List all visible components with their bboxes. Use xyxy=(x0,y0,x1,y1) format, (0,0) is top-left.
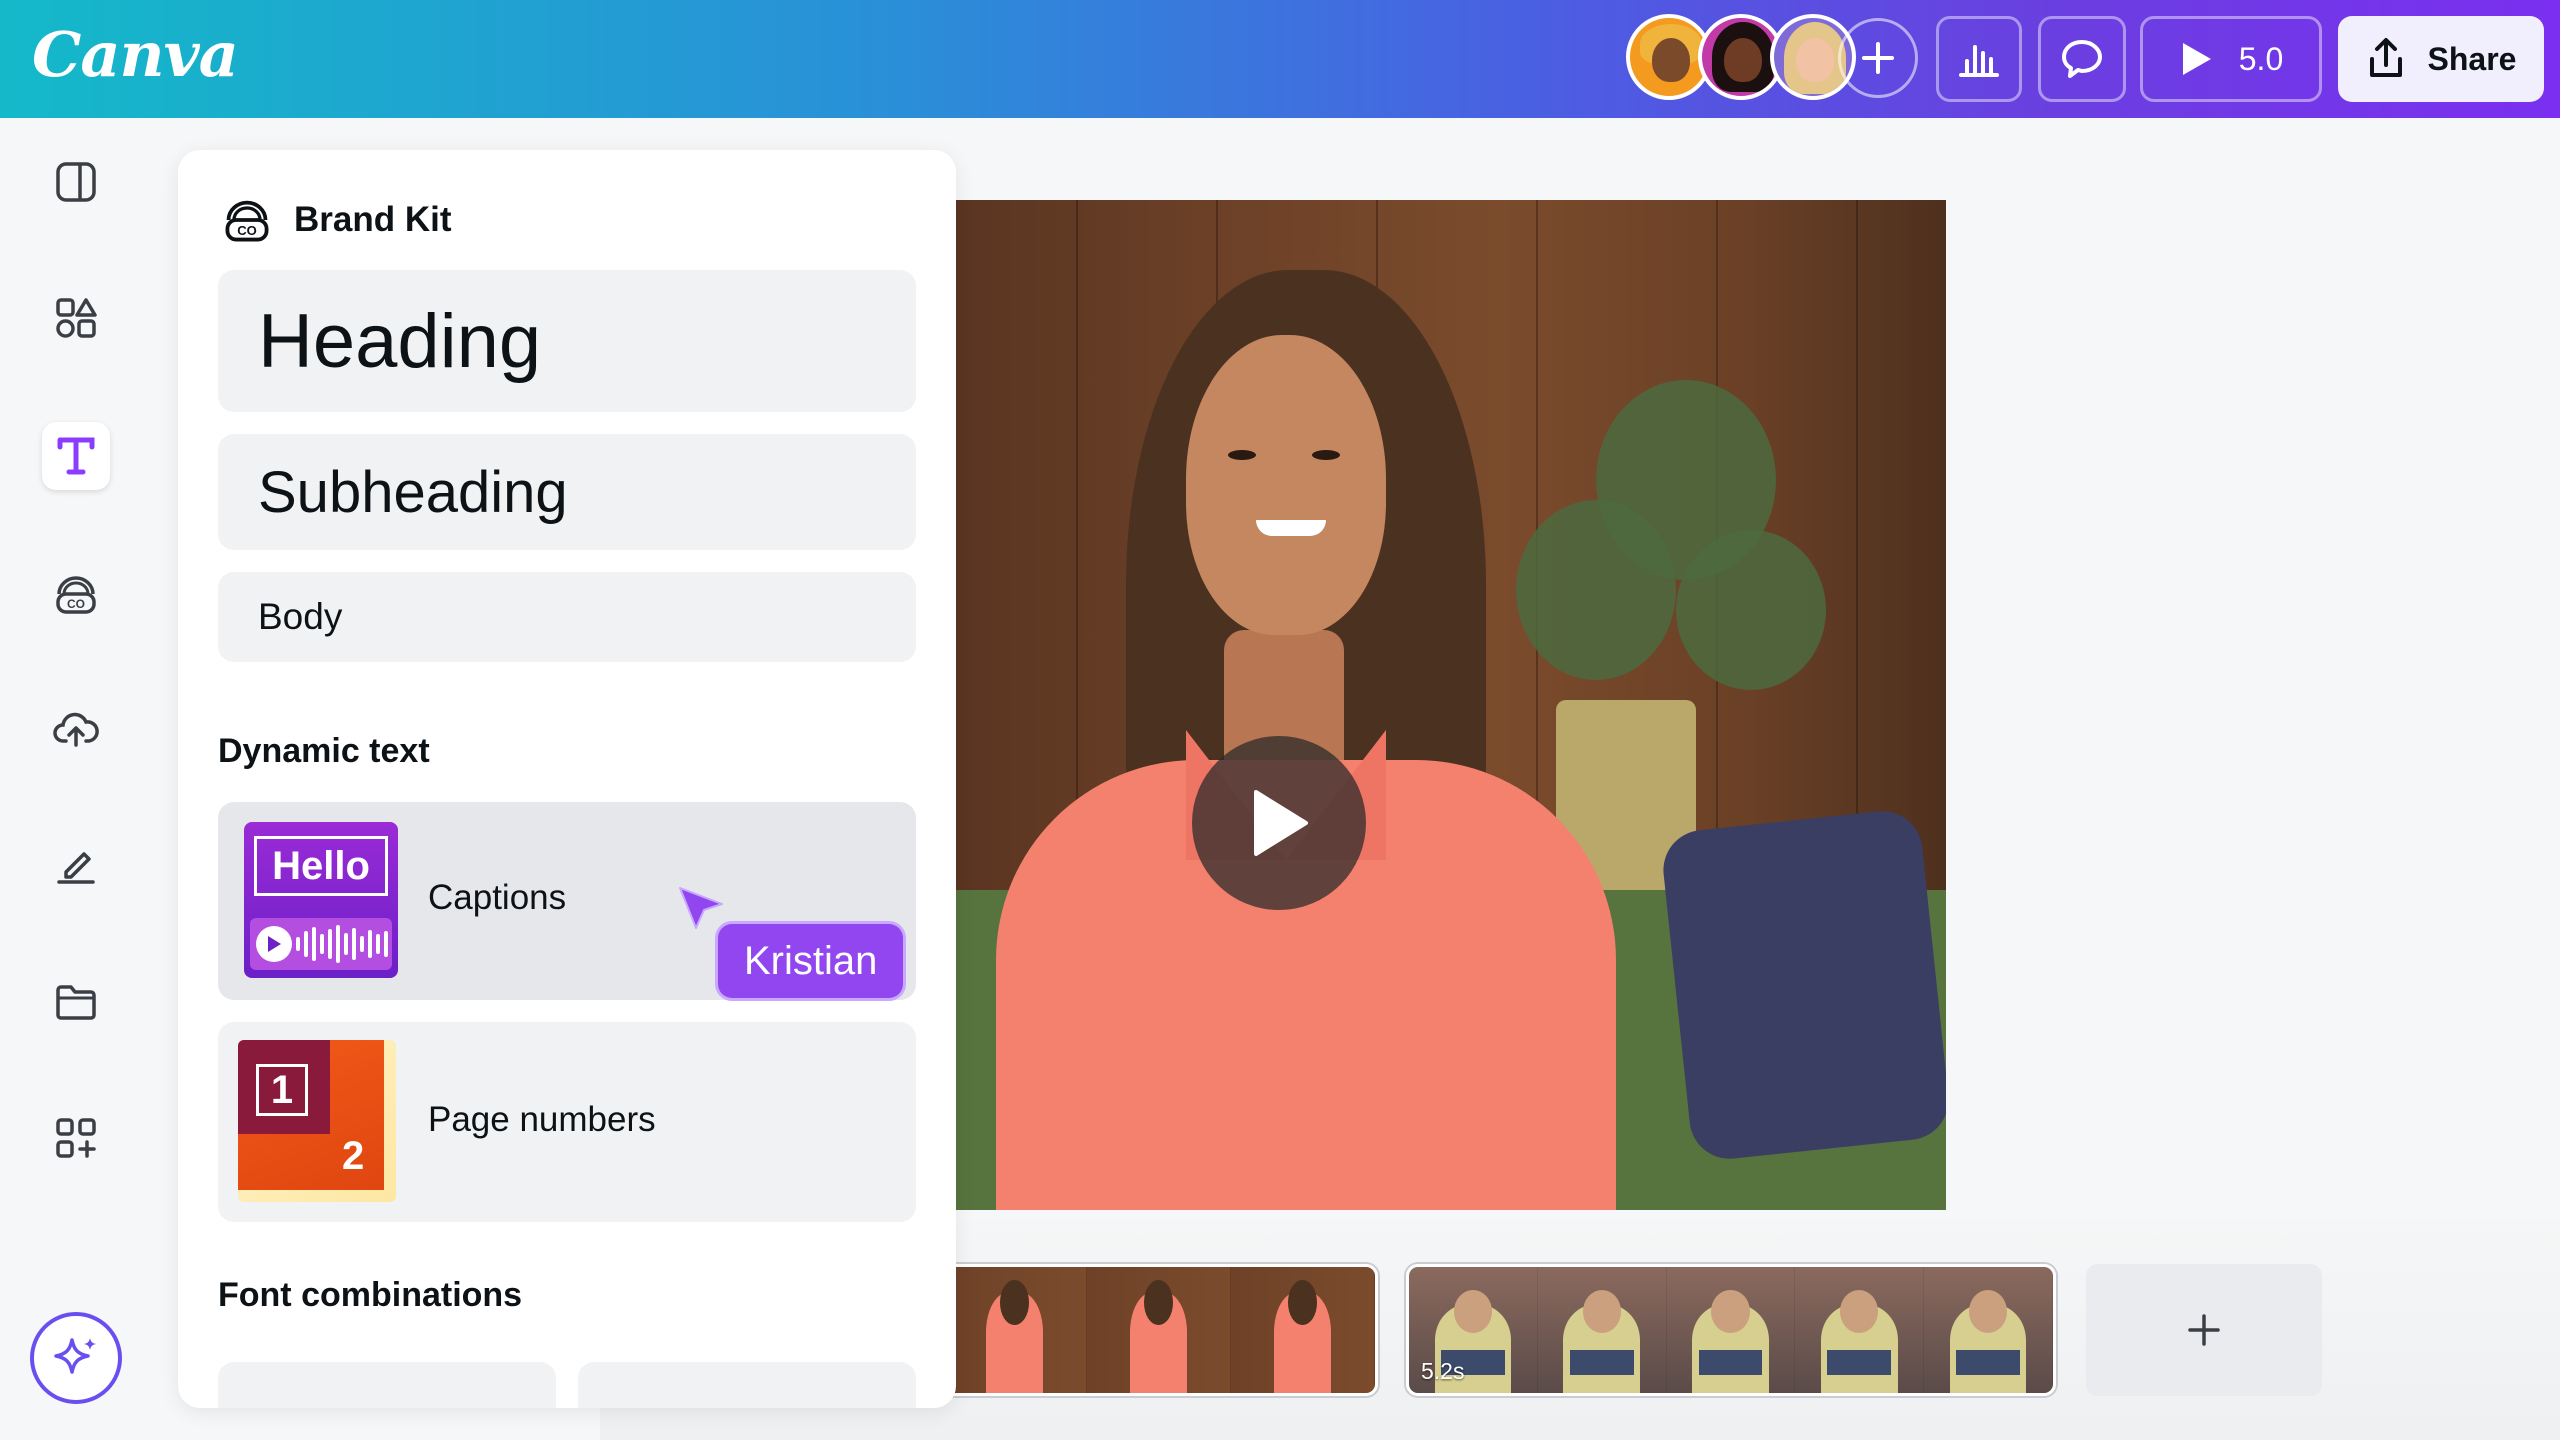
rail-brand-button[interactable]: CO xyxy=(42,560,110,628)
collaborator-cursor-icon xyxy=(679,887,723,929)
captions-label: Captions xyxy=(428,878,567,917)
captions-thumbnail: Hello xyxy=(244,822,398,978)
brand-icon: CO xyxy=(56,576,96,614)
draw-icon xyxy=(57,852,95,884)
sparkle-icon xyxy=(54,1338,96,1374)
add-body-button[interactable]: Body xyxy=(218,572,916,662)
hello-text: Hello xyxy=(254,836,388,896)
rail-elements-button[interactable] xyxy=(42,284,110,352)
rail-uploads-button[interactable] xyxy=(42,694,110,762)
body-label: Body xyxy=(258,596,343,637)
magic-assistant-button[interactable] xyxy=(30,1312,122,1404)
page-numbers-label: Page numbers xyxy=(428,1100,656,1139)
top-bar: Canva 5.0 Share xyxy=(0,0,2560,118)
plus-icon xyxy=(1862,42,1894,74)
page-numbers-button[interactable]: 1 2 Page numbers xyxy=(218,1022,916,1222)
folder-icon xyxy=(56,985,96,1020)
share-button[interactable]: Share xyxy=(2338,16,2544,102)
rail-apps-button[interactable] xyxy=(42,1104,110,1172)
dynamic-text-heading: Dynamic text xyxy=(218,732,430,770)
font-combination-card[interactable] xyxy=(218,1362,556,1408)
text-panel: CO Brand Kit Heading Subheading Body Dyn… xyxy=(178,150,956,1408)
play-icon xyxy=(268,936,281,952)
brand-icon: CO xyxy=(225,200,269,242)
share-label: Share xyxy=(2427,40,2517,77)
apps-icon xyxy=(56,1118,96,1158)
page-number-one: 1 xyxy=(256,1064,308,1116)
present-button[interactable]: 5.0 xyxy=(2140,16,2322,102)
video-element[interactable] xyxy=(956,200,1946,1210)
rail-text-button[interactable] xyxy=(42,422,110,490)
svg-text:CO: CO xyxy=(237,223,257,238)
present-duration: 5.0 xyxy=(2238,40,2284,77)
layout-icon xyxy=(56,162,96,202)
play-icon xyxy=(1254,790,1308,856)
comment-icon xyxy=(2062,40,2102,78)
add-collaborator-button[interactable] xyxy=(1838,18,1918,98)
plus-icon xyxy=(2188,1314,2220,1346)
font-combinations-heading: Font combinations xyxy=(218,1276,523,1314)
waveform xyxy=(250,918,392,970)
upload-icon xyxy=(53,712,99,747)
heading-label: Heading xyxy=(258,298,542,384)
svg-text:CO: CO xyxy=(67,597,85,611)
brand-kit-header[interactable]: CO Brand Kit xyxy=(222,190,452,250)
video-play-button[interactable] xyxy=(1192,736,1366,910)
play-icon xyxy=(2182,43,2211,75)
page-numbers-thumbnail: 1 2 xyxy=(238,1040,396,1202)
timeline-clip[interactable] xyxy=(940,1264,1378,1396)
add-subheading-button[interactable]: Subheading xyxy=(218,434,916,550)
insights-button[interactable] xyxy=(1936,16,2022,102)
upload-share-icon xyxy=(2369,38,2402,77)
bar-chart-icon xyxy=(1959,45,1999,77)
subheading-label: Subheading xyxy=(258,459,568,525)
rail-draw-button[interactable] xyxy=(42,832,110,900)
clip-duration: 5.2s xyxy=(1421,1358,1465,1384)
font-combination-card[interactable] xyxy=(578,1362,916,1408)
page-number-two: 2 xyxy=(342,1134,365,1178)
rail-design-button[interactable] xyxy=(42,148,110,216)
panel-title: Brand Kit xyxy=(294,200,452,239)
elements-icon xyxy=(56,298,97,338)
text-icon xyxy=(57,437,95,475)
collaborator-name-tag: Kristian xyxy=(718,924,904,998)
timeline-clip[interactable]: 5.2s xyxy=(1406,1264,2056,1396)
canva-logo[interactable]: Canva xyxy=(32,18,239,91)
add-heading-button[interactable]: Heading xyxy=(218,270,916,412)
rail-projects-button[interactable] xyxy=(42,968,110,1036)
add-page-button[interactable] xyxy=(2086,1264,2322,1396)
comments-button[interactable] xyxy=(2038,16,2126,102)
